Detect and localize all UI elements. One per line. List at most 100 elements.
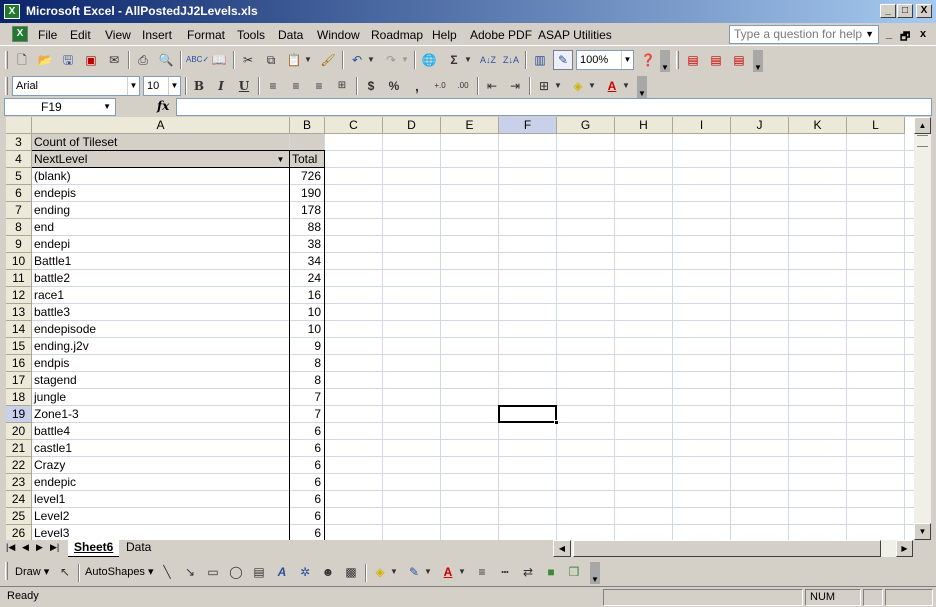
- chevron-down-icon[interactable]: ▼: [127, 77, 139, 95]
- cell-b22[interactable]: 6: [290, 457, 324, 474]
- zoom-select[interactable]: 100% ▼: [576, 50, 634, 70]
- cell-b11[interactable]: 24: [290, 270, 324, 287]
- active-cell[interactable]: [498, 405, 557, 423]
- cell-a3[interactable]: Count of Tileset: [32, 134, 289, 151]
- cell-b24[interactable]: 6: [290, 491, 324, 508]
- tab-sheet6[interactable]: Sheet6: [68, 540, 120, 557]
- cell-b3[interactable]: [290, 134, 324, 151]
- doc-restore-button[interactable]: 🗗: [900, 28, 910, 47]
- workbook-icon[interactable]: X: [12, 26, 28, 42]
- menu-format[interactable]: Format: [187, 28, 225, 42]
- row-header[interactable]: 25: [6, 508, 32, 525]
- paste-icon[interactable]: 📋: [284, 50, 304, 70]
- row-header[interactable]: 13: [6, 304, 32, 321]
- print-icon[interactable]: ⎙: [133, 50, 153, 70]
- column-header-e[interactable]: E: [441, 117, 499, 134]
- column-header-d[interactable]: D: [383, 117, 441, 134]
- autoshapes-menu-button[interactable]: AutoShapes ▾: [85, 565, 154, 578]
- column-header-c[interactable]: C: [325, 117, 383, 134]
- arrow-style-icon[interactable]: ⇄: [518, 562, 538, 582]
- cell-b13[interactable]: 10: [290, 304, 324, 321]
- cell-a9[interactable]: endepi: [32, 236, 289, 253]
- title-bar[interactable]: X Microsoft Excel - AllPostedJJ2Levels.x…: [0, 0, 936, 23]
- scroll-left-icon[interactable]: ◀: [553, 540, 571, 557]
- font-color-icon[interactable]: A: [602, 76, 622, 96]
- row-header[interactable]: 21: [6, 440, 32, 457]
- first-sheet-icon[interactable]: |◀: [6, 542, 15, 553]
- menu-asap-utilities[interactable]: ASAP Utilities: [538, 28, 612, 42]
- clipart-icon[interactable]: ☻: [318, 562, 338, 582]
- menu-view[interactable]: View: [105, 28, 131, 42]
- cell-a6[interactable]: endepis: [32, 185, 289, 202]
- cell-b26[interactable]: 6: [290, 525, 324, 540]
- row-header[interactable]: 24: [6, 491, 32, 508]
- print-preview-icon[interactable]: 🔍: [156, 50, 176, 70]
- chevron-down-icon[interactable]: ▼: [553, 76, 563, 96]
- cell-b16[interactable]: 8: [290, 355, 324, 372]
- column-header-b[interactable]: B: [290, 117, 325, 134]
- cell-a18[interactable]: jungle: [32, 389, 289, 406]
- chevron-down-icon[interactable]: ▼: [865, 26, 874, 42]
- cell-a20[interactable]: battle4: [32, 423, 289, 440]
- email-icon[interactable]: ✉: [104, 50, 124, 70]
- copy-icon[interactable]: ⧉: [261, 50, 281, 70]
- row-header[interactable]: 5: [6, 168, 32, 185]
- help-search-input[interactable]: Type a question for help ▼: [729, 25, 879, 44]
- sort-descending-icon[interactable]: Z↓A: [501, 50, 521, 70]
- decrease-indent-icon[interactable]: ⇤: [482, 76, 502, 96]
- prev-sheet-icon[interactable]: ◀: [22, 542, 29, 553]
- chevron-down-icon[interactable]: ▼: [587, 76, 597, 96]
- column-header-i[interactable]: I: [673, 117, 731, 134]
- line-style-icon[interactable]: ≡: [472, 562, 492, 582]
- toolbar-grip[interactable]: [5, 562, 8, 580]
- pdf-convert-icon[interactable]: ▤: [683, 50, 703, 70]
- fill-color-icon[interactable]: ◈: [568, 76, 588, 96]
- row-header[interactable]: 17: [6, 372, 32, 389]
- select-all-button[interactable]: [6, 117, 32, 134]
- row-header[interactable]: 9: [6, 236, 32, 253]
- dash-style-icon[interactable]: ┅: [495, 562, 515, 582]
- new-icon[interactable]: 🗋: [12, 50, 32, 70]
- currency-button[interactable]: $: [361, 76, 381, 96]
- wordart-icon[interactable]: A: [272, 562, 292, 582]
- cell-a8[interactable]: end: [32, 219, 289, 236]
- doc-close-button[interactable]: x: [920, 28, 926, 40]
- column-header-a[interactable]: A: [32, 117, 290, 134]
- save-icon[interactable]: 🖫: [58, 50, 78, 70]
- row-header[interactable]: 18: [6, 389, 32, 406]
- tab-data[interactable]: Data: [120, 540, 157, 557]
- sort-ascending-icon[interactable]: A↓Z: [478, 50, 498, 70]
- cell-a24[interactable]: level1: [32, 491, 289, 508]
- cell-a21[interactable]: castle1: [32, 440, 289, 457]
- textbox-icon[interactable]: ▤: [249, 562, 269, 582]
- column-header-j[interactable]: J: [731, 117, 789, 134]
- bold-button[interactable]: B: [189, 76, 209, 96]
- toolbar-options-icon[interactable]: ▼: [753, 50, 763, 72]
- chevron-down-icon[interactable]: ▼: [103, 99, 111, 115]
- menu-edit[interactable]: Edit: [70, 28, 91, 42]
- increase-indent-icon[interactable]: ⇥: [505, 76, 525, 96]
- cell-b6[interactable]: 190: [290, 185, 324, 202]
- last-sheet-icon[interactable]: ▶|: [50, 542, 59, 553]
- row-header[interactable]: 11: [6, 270, 32, 287]
- chevron-down-icon[interactable]: ▼: [463, 50, 473, 70]
- chevron-down-icon[interactable]: ▼: [457, 562, 467, 582]
- cell-a26[interactable]: Level3: [32, 525, 289, 540]
- cell-a25[interactable]: Level2: [32, 508, 289, 525]
- autosum-icon[interactable]: Σ: [444, 50, 464, 70]
- hyperlink-icon[interactable]: 🌐: [419, 50, 439, 70]
- toolbar-grip[interactable]: [5, 51, 8, 69]
- format-painter-icon[interactable]: 🖌: [318, 50, 338, 70]
- cell-b19[interactable]: 7: [290, 406, 324, 423]
- scroll-right-icon[interactable]: ▶: [896, 540, 913, 557]
- cell-b17[interactable]: 8: [290, 372, 324, 389]
- chevron-down-icon[interactable]: ▼: [303, 50, 313, 70]
- menu-data[interactable]: Data: [278, 28, 303, 42]
- cell-a15[interactable]: ending.j2v: [32, 338, 289, 355]
- select-objects-icon[interactable]: ↖: [55, 562, 75, 582]
- menu-adobe-pdf[interactable]: Adobe PDF: [470, 28, 532, 42]
- cell-b25[interactable]: 6: [290, 508, 324, 525]
- percent-button[interactable]: %: [384, 76, 404, 96]
- toolbar-options-icon[interactable]: ▼: [590, 562, 600, 584]
- align-left-icon[interactable]: ≡: [263, 76, 283, 96]
